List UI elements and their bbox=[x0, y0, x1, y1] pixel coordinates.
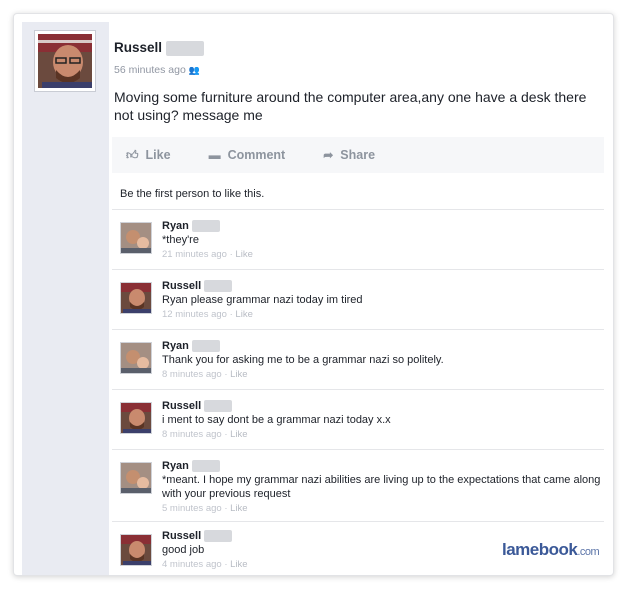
comment-timestamp[interactable]: 5 minutes ago bbox=[162, 503, 222, 514]
comment-label: Comment bbox=[227, 148, 286, 162]
thumbs-up-icon: 👍︎ bbox=[126, 147, 139, 162]
commenter-name[interactable]: Russell bbox=[162, 530, 201, 542]
redacted-surname bbox=[166, 40, 205, 56]
comment-like-link[interactable]: Like bbox=[230, 429, 247, 440]
comment-item: Ryan *meant. I hope my grammar nazi abil… bbox=[112, 450, 604, 522]
comment-like-link[interactable]: Like bbox=[230, 559, 247, 570]
commenter-name[interactable]: Russell bbox=[162, 400, 201, 412]
comment-icon: ▬ bbox=[208, 148, 221, 162]
watermark-domain: .com bbox=[577, 546, 600, 558]
commenter-name[interactable]: Ryan bbox=[162, 220, 189, 232]
comment-text: i ment to say dont be a grammar nazi tod… bbox=[162, 414, 391, 427]
likes-summary: Be the first person to like this. bbox=[112, 180, 604, 210]
like-label: Like bbox=[145, 148, 171, 162]
comment-item: Ryan *they're 21 minutes ago · Like bbox=[112, 210, 604, 270]
author-avatar[interactable] bbox=[35, 31, 95, 91]
comment-text: *they're bbox=[162, 234, 199, 247]
commenter-avatar[interactable] bbox=[120, 462, 152, 494]
commenter-avatar[interactable] bbox=[120, 342, 152, 374]
comment-button[interactable]: ▬ Comment bbox=[209, 148, 286, 162]
comment-text: *meant. I hope my grammar nazi abilities… bbox=[162, 474, 601, 501]
commenter-avatar[interactable] bbox=[120, 534, 152, 566]
left-rail bbox=[22, 22, 109, 575]
action-bar: 👍︎ Like ▬ Comment ➦ Share bbox=[112, 137, 604, 173]
commenter-name[interactable]: Ryan bbox=[162, 460, 189, 472]
redacted-surname bbox=[191, 220, 220, 233]
redacted-surname bbox=[204, 530, 233, 543]
author-name[interactable]: Russell bbox=[114, 40, 162, 55]
comment-text: Thank you for asking me to be a grammar … bbox=[162, 354, 444, 367]
post-meta: 56 minutes ago 👥 bbox=[114, 64, 200, 76]
comment-item: Russell Ryan please grammar nazi today i… bbox=[112, 270, 604, 330]
post-card: Russell 56 minutes ago 👥 Moving some furn… bbox=[13, 13, 614, 576]
redacted-surname bbox=[204, 400, 233, 413]
redacted-surname bbox=[191, 460, 220, 473]
commenter-avatar[interactable] bbox=[120, 282, 152, 314]
share-button[interactable]: ➦ Share bbox=[323, 148, 375, 162]
share-label: Share bbox=[340, 148, 376, 162]
post-timestamp[interactable]: 56 minutes ago bbox=[114, 64, 186, 76]
comment-timestamp[interactable]: 4 minutes ago bbox=[162, 559, 222, 570]
commenter-name[interactable]: Russell bbox=[162, 280, 201, 292]
comment-like-link[interactable]: Like bbox=[235, 309, 252, 320]
comment-like-link[interactable]: Like bbox=[230, 503, 247, 514]
commenter-name[interactable]: Ryan bbox=[162, 340, 189, 352]
comment-text: Ryan please grammar nazi today im tired bbox=[162, 294, 363, 307]
commenter-avatar[interactable] bbox=[120, 222, 152, 254]
comment-timestamp[interactable]: 12 minutes ago bbox=[162, 309, 227, 320]
commenter-avatar[interactable] bbox=[120, 402, 152, 434]
comment-like-link[interactable]: Like bbox=[230, 369, 247, 380]
post-text: Moving some furniture around the compute… bbox=[114, 89, 587, 123]
comment-like-link[interactable]: Like bbox=[235, 249, 252, 260]
friends-icon: 👥 bbox=[188, 65, 201, 75]
comment-item: Russell i ment to say dont be a grammar … bbox=[112, 390, 604, 450]
lamebook-watermark: lamebook.com bbox=[502, 540, 600, 560]
post-author[interactable]: Russell bbox=[114, 40, 205, 56]
like-button[interactable]: 👍︎ Like bbox=[126, 148, 171, 163]
redacted-surname bbox=[204, 280, 233, 293]
comment-item: Ryan Thank you for asking me to be a gra… bbox=[112, 330, 604, 390]
redacted-surname bbox=[191, 340, 220, 353]
comment-timestamp[interactable]: 21 minutes ago bbox=[162, 249, 227, 260]
share-icon: ➦ bbox=[323, 148, 334, 162]
comment-timestamp[interactable]: 8 minutes ago bbox=[162, 429, 222, 440]
comment-timestamp[interactable]: 8 minutes ago bbox=[162, 369, 222, 380]
watermark-brand: lamebook bbox=[502, 540, 578, 559]
